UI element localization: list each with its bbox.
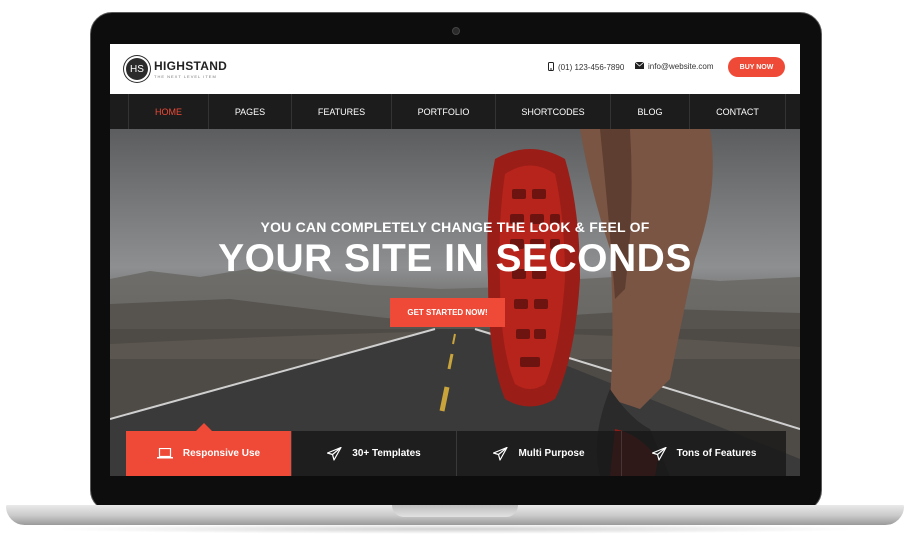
phone-contact: (01) 123-456-7890 [548,62,624,73]
hero-subtitle: YOU CAN COMPLETELY CHANGE THE LOOK & FEE… [260,219,650,235]
logo-tagline: THE NEXT LEVEL ITEM [154,74,217,79]
email-address[interactable]: info@website.com [648,62,713,71]
hero-title: YOUR SITE IN SECONDS [218,237,692,280]
phone-icon [548,62,554,73]
nav-item-portfolio[interactable]: PORTFOLIO [391,94,495,129]
active-feature-pointer [196,423,212,431]
nav-items: HOME PAGES FEATURES PORTFOLIO SHORTCODES… [128,94,786,129]
nav-item-blog[interactable]: BLOG [610,94,689,129]
webcam [452,27,460,35]
feature-tab-templates[interactable]: 30+ Templates [291,431,456,476]
logo-monogram[interactable]: HS [126,58,148,80]
phone-number: (01) 123-456-7890 [558,63,625,72]
paper-plane-icon [493,446,509,461]
envelope-icon [634,61,645,71]
feature-tab-multipurpose[interactable]: Multi Purpose [456,431,621,476]
nav-item-home[interactable]: HOME [128,94,208,129]
laptop-shadow [40,524,870,534]
main-navigation: HOME PAGES FEATURES PORTFOLIO SHORTCODES… [110,94,800,129]
buy-now-button[interactable]: BUY NOW [728,57,785,77]
nav-item-pages[interactable]: PAGES [208,94,291,129]
site-header: HS HIGHSTAND THE NEXT LEVEL ITEM (01) 12… [110,44,800,94]
paper-plane-icon [651,446,667,461]
feature-tab-tons-of-features[interactable]: Tons of Features [621,431,786,476]
feature-label: Tons of Features [676,448,757,459]
feature-label: Responsive Use [182,448,261,459]
laptop-screen: HS HIGHSTAND THE NEXT LEVEL ITEM (01) 12… [110,44,800,476]
laptop-notch [392,505,518,517]
nav-item-contact[interactable]: CONTACT [689,94,786,129]
email-contact[interactable]: info@website.com [634,61,713,71]
feature-tabs: Responsive Use 30+ Templates Multi Purpo… [126,431,786,476]
nav-item-features[interactable]: FEATURES [291,94,391,129]
feature-label: 30+ Templates [352,448,421,459]
paper-plane-icon [327,446,342,461]
logo-name[interactable]: HIGHSTAND [154,59,227,73]
feature-tab-responsive[interactable]: Responsive Use [126,431,291,476]
get-started-button[interactable]: GET STARTED NOW! [390,298,505,327]
feature-label: Multi Purpose [518,448,585,459]
laptop-icon [156,448,173,459]
nav-item-shortcodes[interactable]: SHORTCODES [495,94,610,129]
hero-banner: YOU CAN COMPLETELY CHANGE THE LOOK & FEE… [110,129,800,476]
